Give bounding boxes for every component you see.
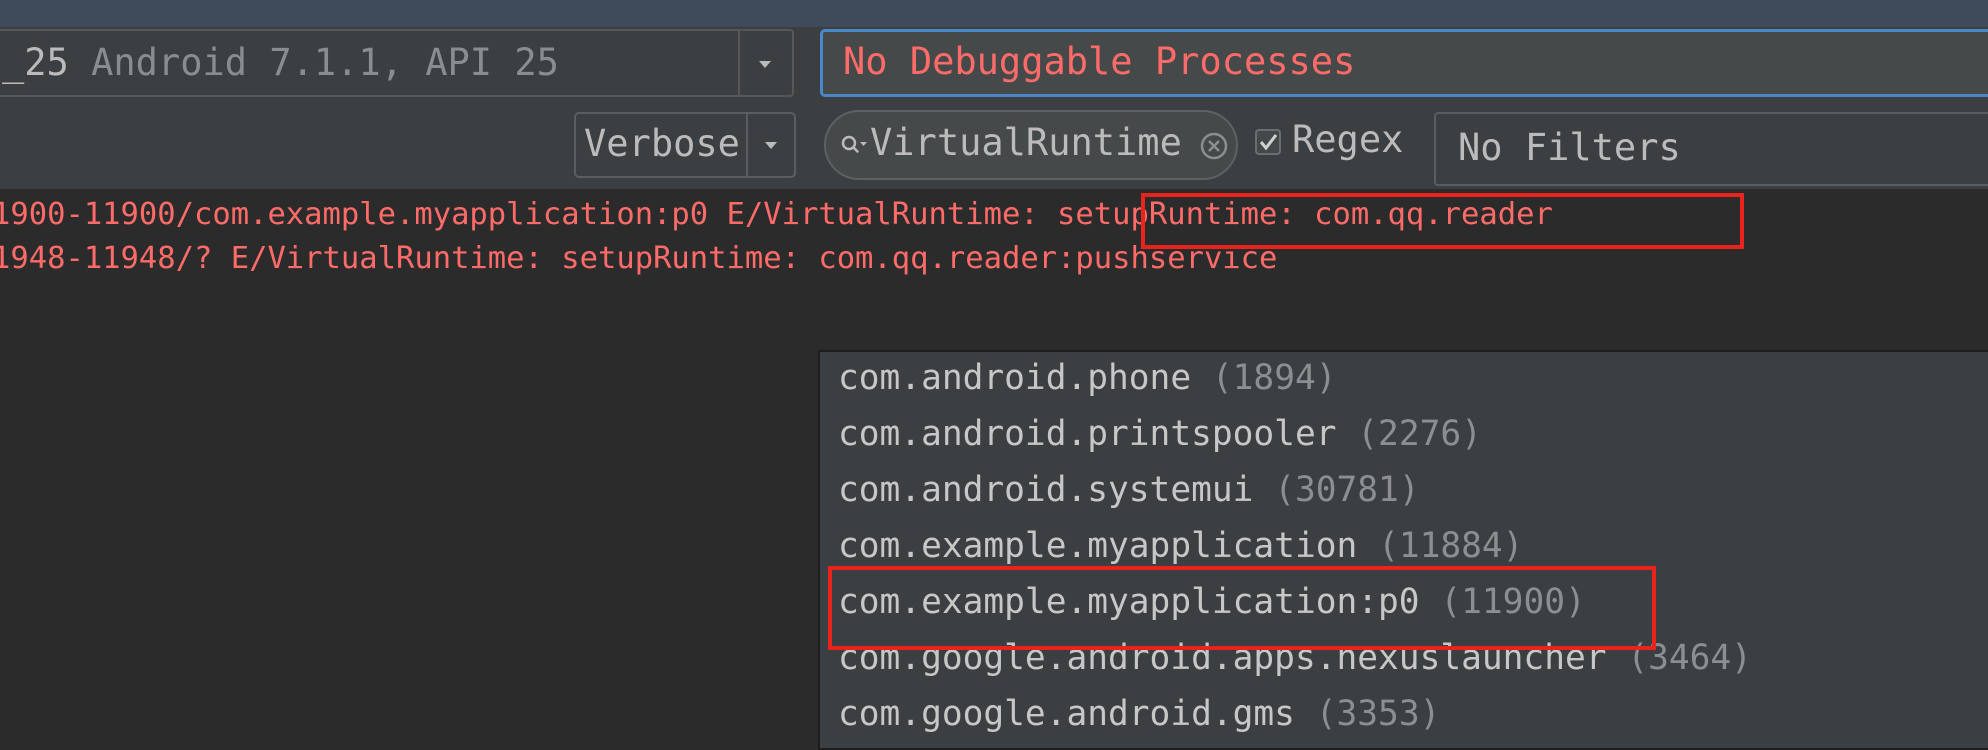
process-pid: (1894) <box>1211 358 1337 398</box>
search-value: VirtualRuntime <box>870 121 1182 164</box>
regex-checkbox[interactable] <box>1254 128 1282 156</box>
process-list-item[interactable]: com.example.myapplication (11884) <box>838 526 1523 566</box>
process-dropdown-list: com.android.phone (1894) com.android.pri… <box>818 350 1988 750</box>
highlight-box-process <box>828 566 1656 650</box>
filter-config-selector[interactable]: No Filters <box>1434 112 1988 186</box>
highlight-box-log <box>1141 193 1744 249</box>
clear-circle-icon[interactable] <box>1198 130 1230 162</box>
magnifier-dropdown-icon[interactable] <box>836 129 870 163</box>
log-line-prefix: 1948-11948/? E/VirtualRuntime: <box>0 241 562 276</box>
process-pid: (30781) <box>1274 470 1420 510</box>
regex-label: Regex <box>1292 118 1404 161</box>
triangle-down-icon[interactable] <box>756 130 786 160</box>
process-list-item[interactable]: com.android.printspooler (2276) <box>838 414 1482 454</box>
process-name: com.android.phone <box>838 358 1192 398</box>
process-name: com.android.systemui <box>838 470 1254 510</box>
log-level-label: Verbose <box>584 122 740 165</box>
process-pid: (3353) <box>1315 694 1441 734</box>
device-selector-label: _25 Android 7.1.1, API 25 <box>2 41 559 84</box>
search-input[interactable]: VirtualRuntime <box>824 110 1238 180</box>
process-name: com.example.myapplication <box>838 526 1358 566</box>
log-level-divider <box>746 114 748 176</box>
device-name: _25 <box>2 41 69 84</box>
device-selector[interactable]: _25 Android 7.1.1, API 25 <box>0 29 794 97</box>
process-selector-label: No Debuggable Processes <box>843 40 1356 83</box>
process-name: com.android.printspooler <box>838 414 1337 454</box>
process-list-item[interactable]: com.google.android.gms (3353) <box>838 694 1440 734</box>
process-name: com.google.android.gms <box>838 694 1295 734</box>
process-pid: (2276) <box>1357 414 1482 454</box>
log-line-prefix: 1900-11900/com.example.myapplication:p0 … <box>0 197 1058 232</box>
process-pid: (11884) <box>1378 526 1524 566</box>
process-list-item[interactable]: com.android.phone (1894) <box>838 358 1337 398</box>
device-selector-divider <box>738 31 740 95</box>
log-level-selector[interactable]: Verbose <box>574 112 796 178</box>
filter-config-label: No Filters <box>1458 126 1681 169</box>
title-strip <box>0 0 1988 27</box>
process-selector[interactable]: No Debuggable Processes <box>820 29 1988 97</box>
device-info: Android 7.1.1, API 25 <box>91 41 559 84</box>
log-line: 1948-11948/? E/VirtualRuntime: setupRunt… <box>0 241 1277 276</box>
process-list-item[interactable]: com.android.systemui (30781) <box>838 470 1420 510</box>
triangle-down-icon[interactable] <box>750 49 780 79</box>
